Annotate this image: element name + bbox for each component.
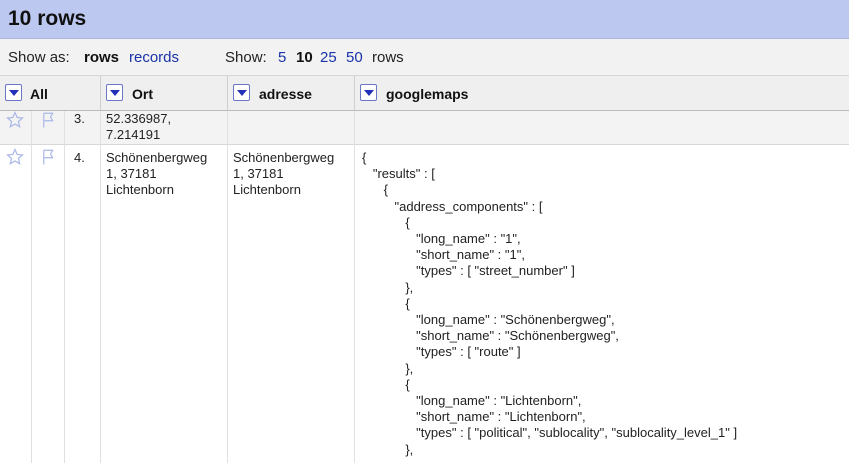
cell-text-line: Lichtenborn — [233, 182, 301, 197]
column-header-adresse: adresse — [228, 76, 355, 111]
table-row-flag-cell — [32, 145, 65, 463]
table-row-star-cell — [0, 111, 32, 145]
chevron-down-icon[interactable] — [360, 84, 377, 101]
cell-ort: 52.336987, 7.214191 — [101, 111, 228, 145]
cell-text-line: Lichtenborn — [106, 182, 174, 197]
table-row-star-cell — [0, 145, 32, 463]
page-size-10-option[interactable]: 10 — [296, 49, 313, 66]
results-header: 10 rows — [0, 0, 849, 39]
cell-googlemaps — [355, 111, 849, 145]
column-name-ort: Ort — [132, 86, 153, 102]
cell-text-line: 52.336987, — [106, 111, 172, 126]
chevron-down-icon[interactable] — [5, 84, 22, 101]
page-size-25-link[interactable]: 25 — [320, 49, 337, 66]
column-header-ort: Ort — [101, 76, 228, 111]
cell-ort: Schönenbergweg 1, 37181 Lichtenborn — [101, 145, 228, 463]
googlemaps-json-text: { "results" : [ { "address_components" :… — [362, 150, 738, 457]
rows-suffix-label: rows — [372, 49, 404, 66]
row-number: 3. — [65, 111, 101, 145]
column-header-all: All — [0, 76, 101, 111]
cell-text-line: 1, 37181 — [233, 166, 284, 181]
rows-mode-option[interactable]: rows — [84, 49, 119, 66]
cell-adresse — [228, 111, 355, 145]
view-controls-bar: Show as: rows records Show: 5 10 25 50 r… — [0, 39, 849, 76]
cell-text-line: Schönenbergweg — [233, 150, 335, 165]
star-icon[interactable] — [6, 148, 24, 166]
show-as-label: Show as: — [8, 49, 70, 66]
row-number: 4. — [65, 145, 101, 463]
page-size-50-link[interactable]: 50 — [346, 49, 363, 66]
flag-icon[interactable] — [40, 111, 58, 129]
row-count-title: 10 rows — [8, 7, 87, 30]
column-name-googlemaps: googlemaps — [386, 86, 469, 102]
show-label: Show: — [225, 49, 267, 66]
cell-text-line: 1, 37181 — [106, 166, 157, 181]
star-icon[interactable] — [6, 111, 24, 129]
column-header-googlemaps: googlemaps — [355, 76, 849, 111]
page-size-5-link[interactable]: 5 — [278, 49, 286, 66]
cell-adresse: Schönenbergweg 1, 37181 Lichtenborn — [228, 145, 355, 463]
cell-text-line: 7.214191 — [106, 127, 161, 142]
records-mode-link[interactable]: records — [129, 49, 179, 66]
column-name-adresse: adresse — [259, 86, 312, 102]
column-name-all: All — [30, 86, 48, 102]
cell-text-line: Schönenbergweg — [106, 150, 208, 165]
chevron-down-icon[interactable] — [233, 84, 250, 101]
chevron-down-icon[interactable] — [106, 84, 123, 101]
table-row-flag-cell — [32, 111, 65, 145]
flag-icon[interactable] — [40, 148, 58, 166]
